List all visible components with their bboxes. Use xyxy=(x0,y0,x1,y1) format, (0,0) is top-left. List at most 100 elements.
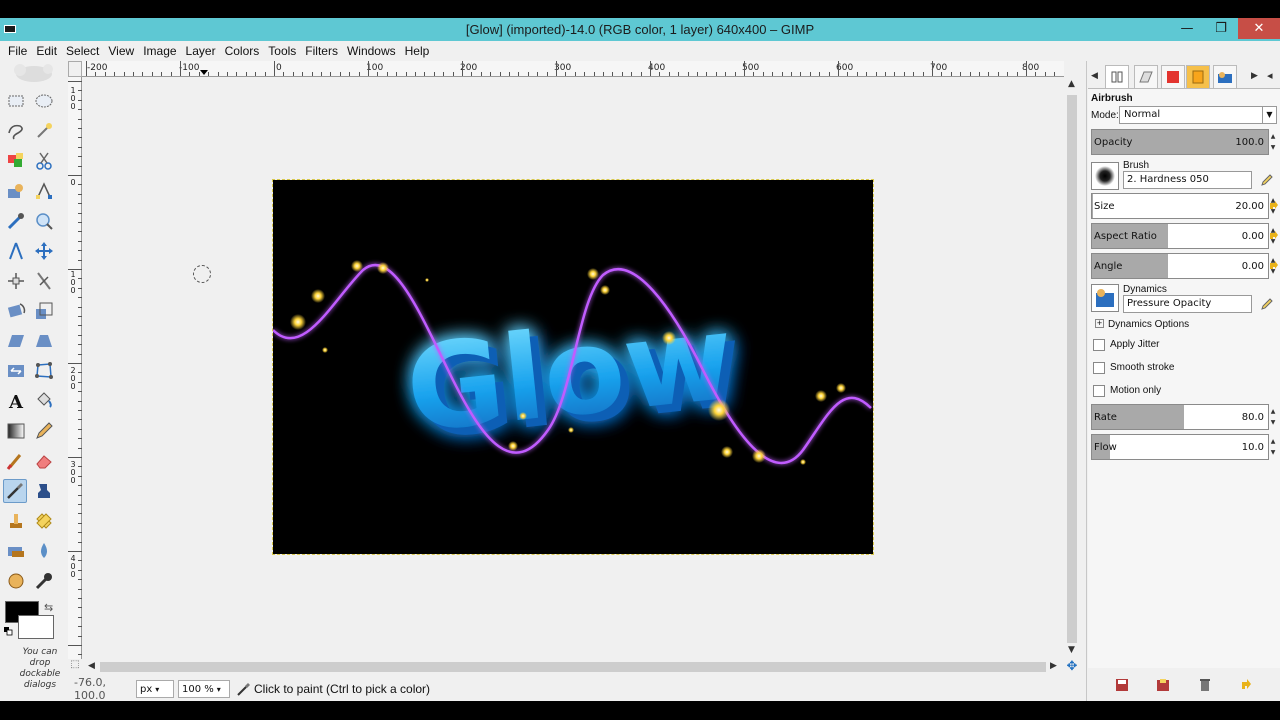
save-options-icon[interactable] xyxy=(1115,678,1129,692)
reset-size-icon[interactable] xyxy=(1267,199,1280,213)
paths-icon[interactable] xyxy=(32,179,56,203)
dynamics-preview[interactable] xyxy=(1091,284,1119,312)
gimp-app-icon[interactable] xyxy=(4,25,16,33)
angle-slider[interactable]: Angle 0.00 ▲ ▼ xyxy=(1091,253,1275,279)
fuzzy-select-icon[interactable] xyxy=(32,119,56,143)
minimize-button[interactable]: — xyxy=(1170,18,1204,39)
heal-icon[interactable] xyxy=(32,509,56,533)
menu-edit[interactable]: Edit xyxy=(32,44,61,58)
perspective-icon[interactable] xyxy=(32,329,56,353)
restore-options-icon[interactable] xyxy=(1156,678,1170,692)
vertical-scroll-thumb[interactable] xyxy=(1067,95,1077,643)
smooth-stroke-checkbox[interactable] xyxy=(1093,362,1105,374)
blend-icon[interactable] xyxy=(4,419,28,443)
menu-filters[interactable]: Filters xyxy=(301,44,342,58)
foreground-select-icon[interactable] xyxy=(4,179,28,203)
rate-spin-icon[interactable]: ▲ ▼ xyxy=(1269,406,1277,428)
flow-slider[interactable]: Flow 10.0 ▲ ▼ xyxy=(1091,434,1275,460)
opacity-slider[interactable]: Opacity 100.0 ▲ ▼ xyxy=(1091,129,1275,155)
swap-colors-icon[interactable]: ⇆ xyxy=(44,601,53,614)
clone-icon[interactable] xyxy=(4,509,28,533)
dynamics-name-field[interactable]: Pressure Opacity xyxy=(1123,295,1252,313)
apply-jitter-checkbox[interactable] xyxy=(1093,339,1105,351)
measure-icon[interactable] xyxy=(4,239,28,263)
tab-device-status[interactable] xyxy=(1134,65,1158,89)
scale-icon[interactable] xyxy=(32,299,56,323)
tab-tool-options[interactable] xyxy=(1105,65,1129,89)
text-icon[interactable]: A xyxy=(4,389,28,413)
reset-angle-icon[interactable] xyxy=(1267,259,1280,273)
select-by-color-icon[interactable] xyxy=(4,149,28,173)
zoom-select[interactable]: 100 % ▾ xyxy=(178,680,230,698)
menu-windows[interactable]: Windows xyxy=(343,44,400,58)
dodge-burn-icon[interactable] xyxy=(32,569,56,593)
motion-only-checkbox[interactable] xyxy=(1093,385,1105,397)
expand-icon[interactable]: + xyxy=(1095,319,1104,328)
tab-brushes[interactable] xyxy=(1161,65,1185,89)
menu-colors[interactable]: Colors xyxy=(221,44,264,58)
bucket-fill-icon[interactable] xyxy=(32,389,56,413)
scissors-icon[interactable] xyxy=(32,149,56,173)
color-picker-icon[interactable] xyxy=(4,209,28,233)
dynamics-options-expander[interactable]: Dynamics Options xyxy=(1108,319,1189,330)
reset-aspect-ratio-icon[interactable] xyxy=(1267,229,1280,243)
vertical-scrollbar[interactable]: ▲ ▼ xyxy=(1064,77,1080,659)
edit-dynamics-icon[interactable] xyxy=(1260,297,1274,311)
opacity-spin-icon[interactable]: ▲ ▼ xyxy=(1269,131,1277,153)
menu-tools[interactable]: Tools xyxy=(264,44,300,58)
scroll-left-icon[interactable]: ◀ xyxy=(88,661,95,671)
reset-colors-icon[interactable] xyxy=(4,627,13,636)
eraser-icon[interactable] xyxy=(32,449,56,473)
scroll-right-icon[interactable]: ▶ xyxy=(1050,661,1057,671)
tab-images[interactable] xyxy=(1213,65,1237,89)
smudge-icon[interactable] xyxy=(4,569,28,593)
move-icon[interactable] xyxy=(32,239,56,263)
navigate-icon[interactable]: ✥ xyxy=(1064,659,1080,675)
flip-icon[interactable] xyxy=(4,359,28,383)
quick-mask-icon[interactable]: ⬚ xyxy=(68,659,82,675)
airbrush-icon[interactable] xyxy=(3,479,27,503)
menu-file[interactable]: File xyxy=(4,44,31,58)
perspective-clone-icon[interactable] xyxy=(4,539,28,563)
tab-scroll-left-icon[interactable]: ◀ xyxy=(1091,71,1098,81)
align-icon[interactable] xyxy=(4,269,28,293)
zoom-icon[interactable] xyxy=(32,209,56,233)
unit-select[interactable]: px ▾ xyxy=(136,680,174,698)
close-button[interactable]: ✕ xyxy=(1238,18,1280,39)
rate-slider[interactable]: Rate 80.0 ▲ ▼ xyxy=(1091,404,1275,430)
rect-select-icon[interactable] xyxy=(4,89,28,113)
ink-icon[interactable] xyxy=(32,479,56,503)
reset-options-icon[interactable] xyxy=(1239,678,1253,692)
free-select-icon[interactable] xyxy=(4,119,28,143)
brush-name-field[interactable]: 2. Hardness 050 xyxy=(1123,171,1252,189)
paintbrush-icon[interactable] xyxy=(4,449,28,473)
tab-scroll-right-icon[interactable]: ▶ xyxy=(1251,71,1258,81)
ellipse-select-icon[interactable] xyxy=(32,89,56,113)
vertical-ruler[interactable]: 100 0 100 200 300 400 xyxy=(68,77,82,659)
horizontal-ruler[interactable]: -200 -100 0 100 200 300 400 500 600 700 … xyxy=(82,61,1064,77)
maximize-button[interactable]: ❐ xyxy=(1204,18,1238,39)
rotate-icon[interactable] xyxy=(4,299,28,323)
ruler-corner[interactable] xyxy=(68,61,82,77)
cage-transform-icon[interactable] xyxy=(32,359,56,383)
background-color-swatch[interactable] xyxy=(18,615,54,639)
tab-gradients[interactable] xyxy=(1186,65,1210,89)
crop-icon[interactable] xyxy=(32,269,56,293)
scroll-down-icon[interactable]: ▼ xyxy=(1068,645,1075,655)
pencil-icon[interactable] xyxy=(32,419,56,443)
menu-image[interactable]: Image xyxy=(139,44,180,58)
canvas-viewport[interactable]: Glow Glow xyxy=(82,77,1064,659)
image-canvas[interactable]: Glow Glow xyxy=(272,179,874,555)
menu-view[interactable]: View xyxy=(104,44,138,58)
menu-layer[interactable]: Layer xyxy=(182,44,220,58)
flow-spin-icon[interactable]: ▲ ▼ xyxy=(1269,436,1277,458)
edit-brush-icon[interactable] xyxy=(1260,173,1274,187)
aspect-ratio-slider[interactable]: Aspect Ratio 0.00 ▲ ▼ xyxy=(1091,223,1275,249)
brush-preview[interactable] xyxy=(1091,162,1119,190)
blur-icon[interactable] xyxy=(32,539,56,563)
delete-options-icon[interactable] xyxy=(1198,678,1212,692)
configure-tab-icon[interactable]: ◂ xyxy=(1267,69,1273,82)
horizontal-scroll-thumb[interactable] xyxy=(100,662,1046,672)
menu-help[interactable]: Help xyxy=(401,44,434,58)
scroll-up-icon[interactable]: ▲ xyxy=(1068,79,1075,89)
